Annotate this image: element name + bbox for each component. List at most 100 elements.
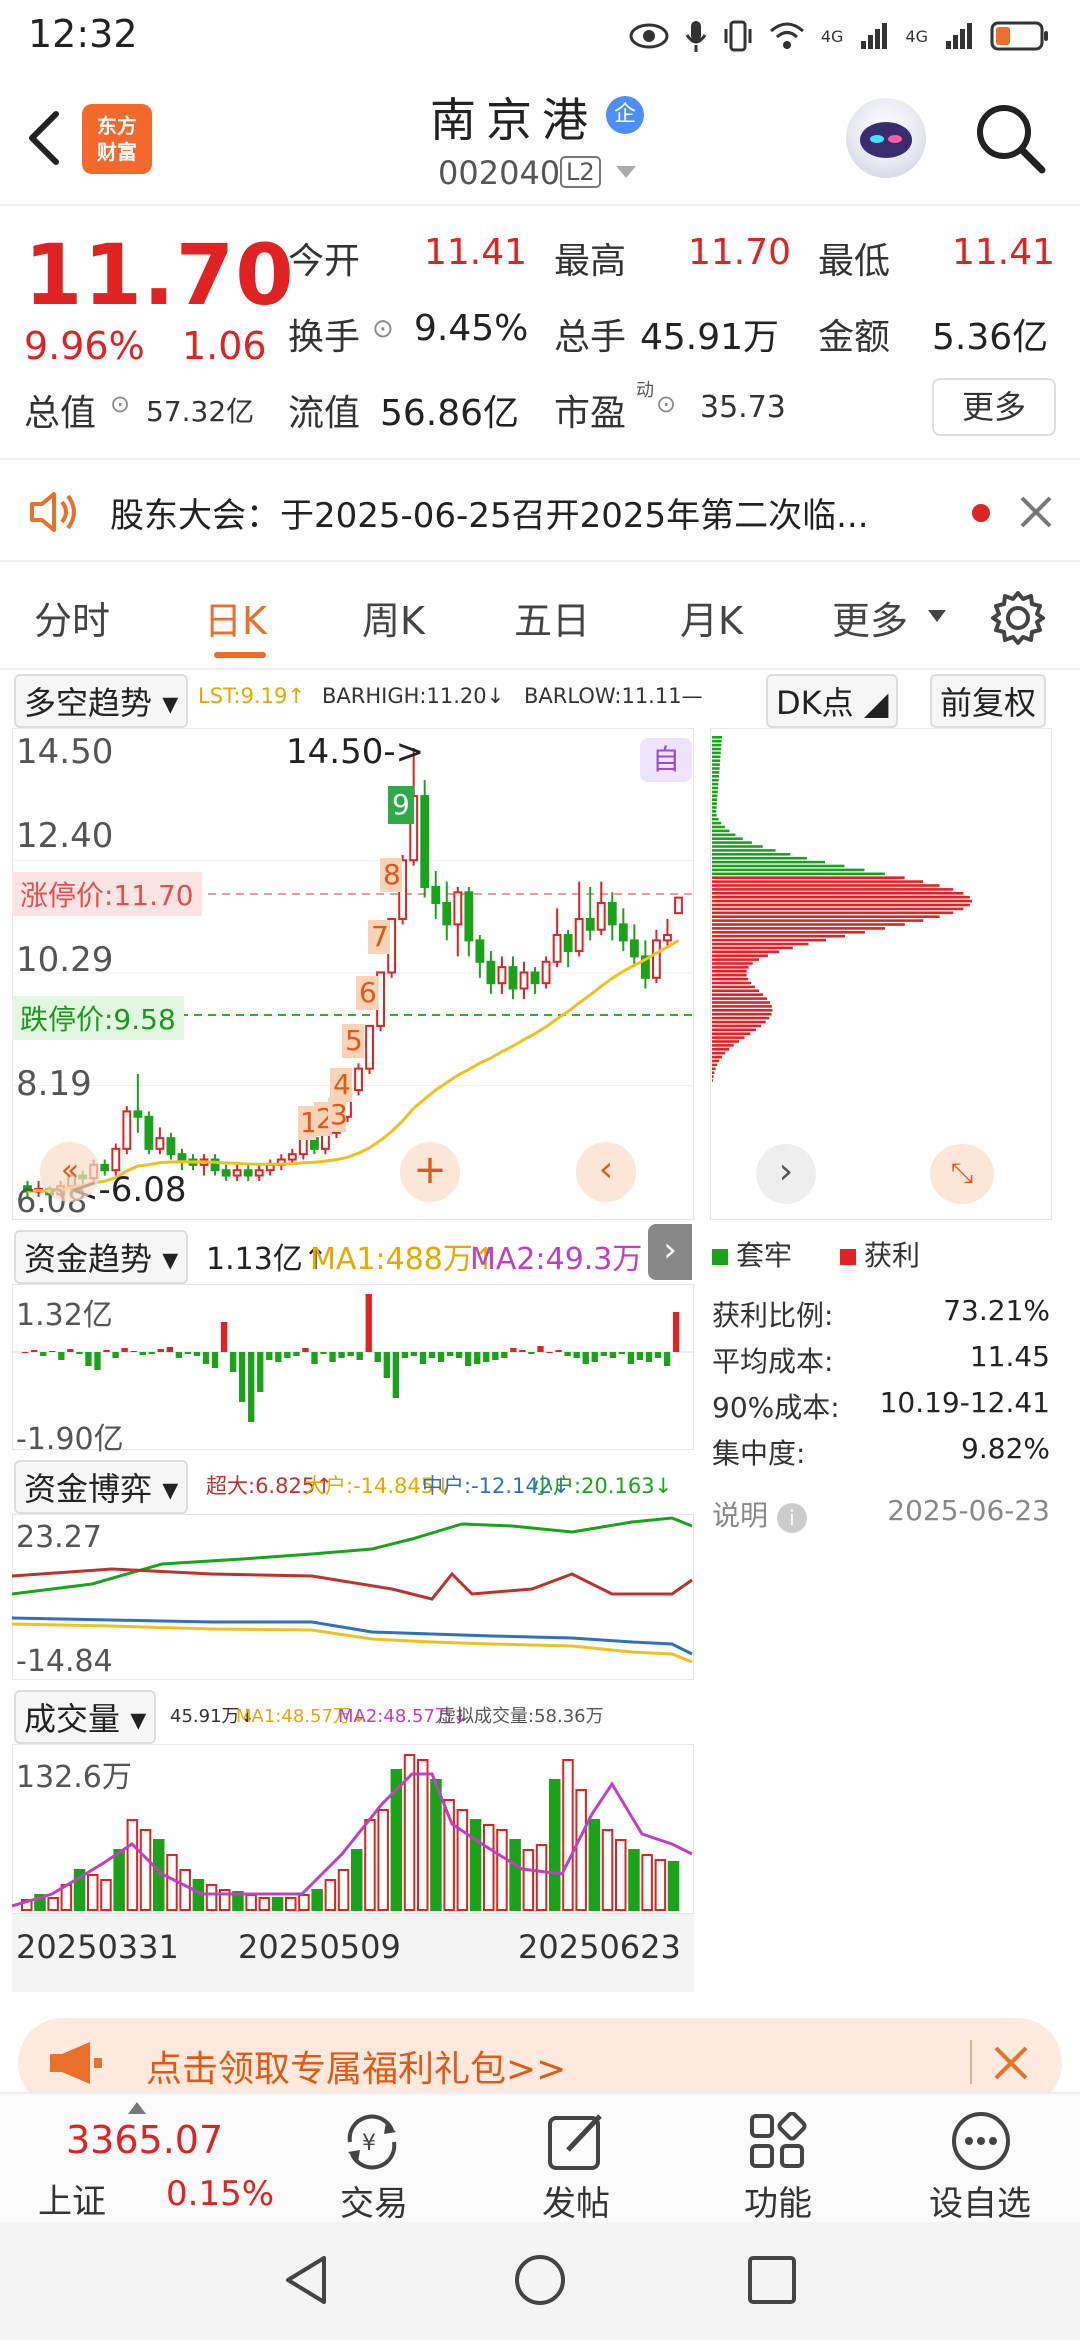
announcement-text[interactable]: 股东大会：于2025-06-25召开2025年第二次临... bbox=[110, 488, 960, 537]
trade-icon[interactable]: ¥ bbox=[340, 2112, 404, 2172]
more-dots-icon[interactable] bbox=[950, 2110, 1012, 2172]
index-value[interactable]: 3365.07 bbox=[66, 2118, 223, 2162]
index-name[interactable]: 上证 bbox=[38, 2174, 106, 2223]
chip-bar bbox=[712, 1001, 771, 1004]
stock-code[interactable]: 002040 bbox=[438, 154, 560, 192]
status-bar: 12:32 4G 4G bbox=[0, 0, 1080, 70]
volume-bar bbox=[615, 1839, 627, 1911]
index-percent[interactable]: 0.15% bbox=[166, 2174, 274, 2214]
level2-badge[interactable]: L2 bbox=[560, 156, 601, 188]
date-label-mid: 20250509 bbox=[238, 1928, 401, 1966]
info-icon[interactable]: ⊙ bbox=[372, 314, 394, 344]
volume-bar bbox=[641, 1854, 653, 1911]
chip-bar bbox=[712, 1005, 772, 1008]
nav-post-label[interactable]: 发帖 bbox=[506, 2176, 646, 2225]
back-arrow-icon[interactable] bbox=[22, 108, 66, 168]
assistant-avatar[interactable] bbox=[846, 98, 926, 178]
candle bbox=[674, 896, 683, 915]
nav-trade-label[interactable]: 交易 bbox=[304, 2176, 444, 2225]
nav-watch-label[interactable]: 设自选 bbox=[910, 2176, 1050, 2225]
open-label: 今开 bbox=[288, 241, 361, 282]
app-logo[interactable]: 东方 财富 bbox=[82, 104, 152, 174]
fund-trend-bar bbox=[76, 1352, 83, 1354]
chip-bar bbox=[712, 1044, 734, 1047]
gear-icon[interactable] bbox=[990, 590, 1046, 646]
chip-bar bbox=[712, 810, 717, 813]
chip-bar bbox=[712, 1055, 722, 1059]
crosshair-add-button[interactable]: + bbox=[400, 1142, 460, 1202]
chip-bar bbox=[712, 790, 718, 794]
indicator-select[interactable]: 多空趋势 ▾ bbox=[14, 674, 189, 728]
scroll-left-button[interactable]: ‹ bbox=[576, 1142, 636, 1202]
fund-trend-bar bbox=[112, 1352, 119, 1358]
chip-bar bbox=[712, 814, 717, 817]
volume-select[interactable]: 成交量 ▾ bbox=[14, 1690, 157, 1744]
nav-home-icon[interactable] bbox=[512, 2252, 568, 2308]
chip-bar bbox=[712, 1032, 751, 1035]
chip-bar bbox=[712, 751, 721, 755]
nav-back-icon[interactable] bbox=[280, 2252, 336, 2308]
last-price: 11.70 bbox=[24, 226, 295, 324]
candle bbox=[144, 1115, 154, 1150]
tab-intraday[interactable]: 分时 bbox=[34, 590, 110, 645]
close-icon[interactable] bbox=[992, 2044, 1030, 2082]
fund-trend-bar bbox=[338, 1352, 345, 1358]
tab-five-day[interactable]: 五日 bbox=[514, 590, 590, 645]
info-icon[interactable]: ⊙ bbox=[110, 390, 130, 418]
fund-trend-bar bbox=[546, 1352, 553, 1353]
chip-bar bbox=[712, 934, 846, 938]
date-axis: 20250331 20250509 20250623 bbox=[12, 1914, 694, 1992]
info-icon[interactable]: ⊙ bbox=[656, 390, 676, 418]
pe-label: 市盈 bbox=[554, 393, 627, 434]
fund-trend-bar bbox=[94, 1352, 101, 1370]
edit-post-icon[interactable] bbox=[546, 2110, 606, 2172]
chip-bar bbox=[712, 747, 722, 751]
volume-bar bbox=[245, 1894, 257, 1911]
high-marker: 14.50-> bbox=[286, 732, 425, 772]
chip-bar bbox=[712, 1012, 772, 1016]
tab-monthly-k[interactable]: 月K bbox=[680, 590, 743, 645]
candle bbox=[166, 1137, 176, 1156]
nav-function-label[interactable]: 功能 bbox=[708, 2176, 848, 2225]
close-icon[interactable] bbox=[1018, 494, 1054, 530]
unread-dot bbox=[972, 504, 990, 522]
dk-point-toggle[interactable]: DK点 ◢ bbox=[766, 674, 899, 728]
mic-icon bbox=[685, 21, 707, 52]
chip-date: 2025-06-23 bbox=[887, 1494, 1050, 1527]
fund-game-select[interactable]: 资金博弈 ▾ bbox=[14, 1460, 189, 1514]
search-icon[interactable] bbox=[972, 100, 1048, 176]
chip-bar bbox=[712, 864, 845, 868]
low-label: 最低 bbox=[818, 241, 891, 282]
mktcap-label: 总值 bbox=[24, 393, 97, 434]
indicator-next-button[interactable]: › bbox=[648, 1224, 692, 1280]
caret-down-icon[interactable] bbox=[928, 610, 946, 624]
wifi-icon bbox=[769, 22, 804, 49]
tab-daily-k[interactable]: 日K bbox=[204, 590, 267, 645]
tab-weekly-k[interactable]: 周K bbox=[362, 590, 425, 645]
fund-trend-select[interactable]: 资金趋势 ▾ bbox=[14, 1230, 189, 1284]
barlow-value: BARLOW:11.11— bbox=[524, 684, 703, 708]
more-button[interactable]: 更多 bbox=[932, 378, 1056, 436]
chip-bar bbox=[712, 997, 768, 1000]
fund-trend-bar bbox=[419, 1352, 427, 1364]
chip-next-button[interactable]: › bbox=[756, 1144, 816, 1204]
volume-bar bbox=[496, 1829, 508, 1911]
chip-bar bbox=[712, 739, 722, 743]
chevron-down-icon[interactable] bbox=[616, 166, 636, 178]
expand-icon[interactable]: ⤡ bbox=[930, 1144, 994, 1204]
auto-badge[interactable]: 自 bbox=[640, 738, 692, 782]
announcement-bar[interactable]: 股东大会：于2025-06-25召开2025年第二次临... bbox=[0, 458, 1080, 562]
grid-function-icon[interactable] bbox=[748, 2112, 808, 2172]
volume-ytop: 132.6万 bbox=[16, 1760, 132, 1795]
nav-recents-icon[interactable] bbox=[744, 2252, 800, 2308]
explain-link[interactable]: 说明 i bbox=[712, 1494, 807, 1534]
legend-profit-label: 获利 bbox=[864, 1239, 921, 1272]
promo-text[interactable]: 点击领取专属福利礼包>> bbox=[146, 2040, 566, 2092]
rewind-button[interactable]: « bbox=[40, 1142, 100, 1202]
tab-more[interactable]: 更多 bbox=[832, 590, 908, 645]
chip-bar bbox=[712, 946, 793, 950]
fund-trend-bar bbox=[58, 1352, 65, 1360]
adjust-select[interactable]: 前复权 bbox=[930, 674, 1047, 728]
chip-bar bbox=[712, 1009, 773, 1012]
fund-trend-bar bbox=[67, 1349, 74, 1352]
